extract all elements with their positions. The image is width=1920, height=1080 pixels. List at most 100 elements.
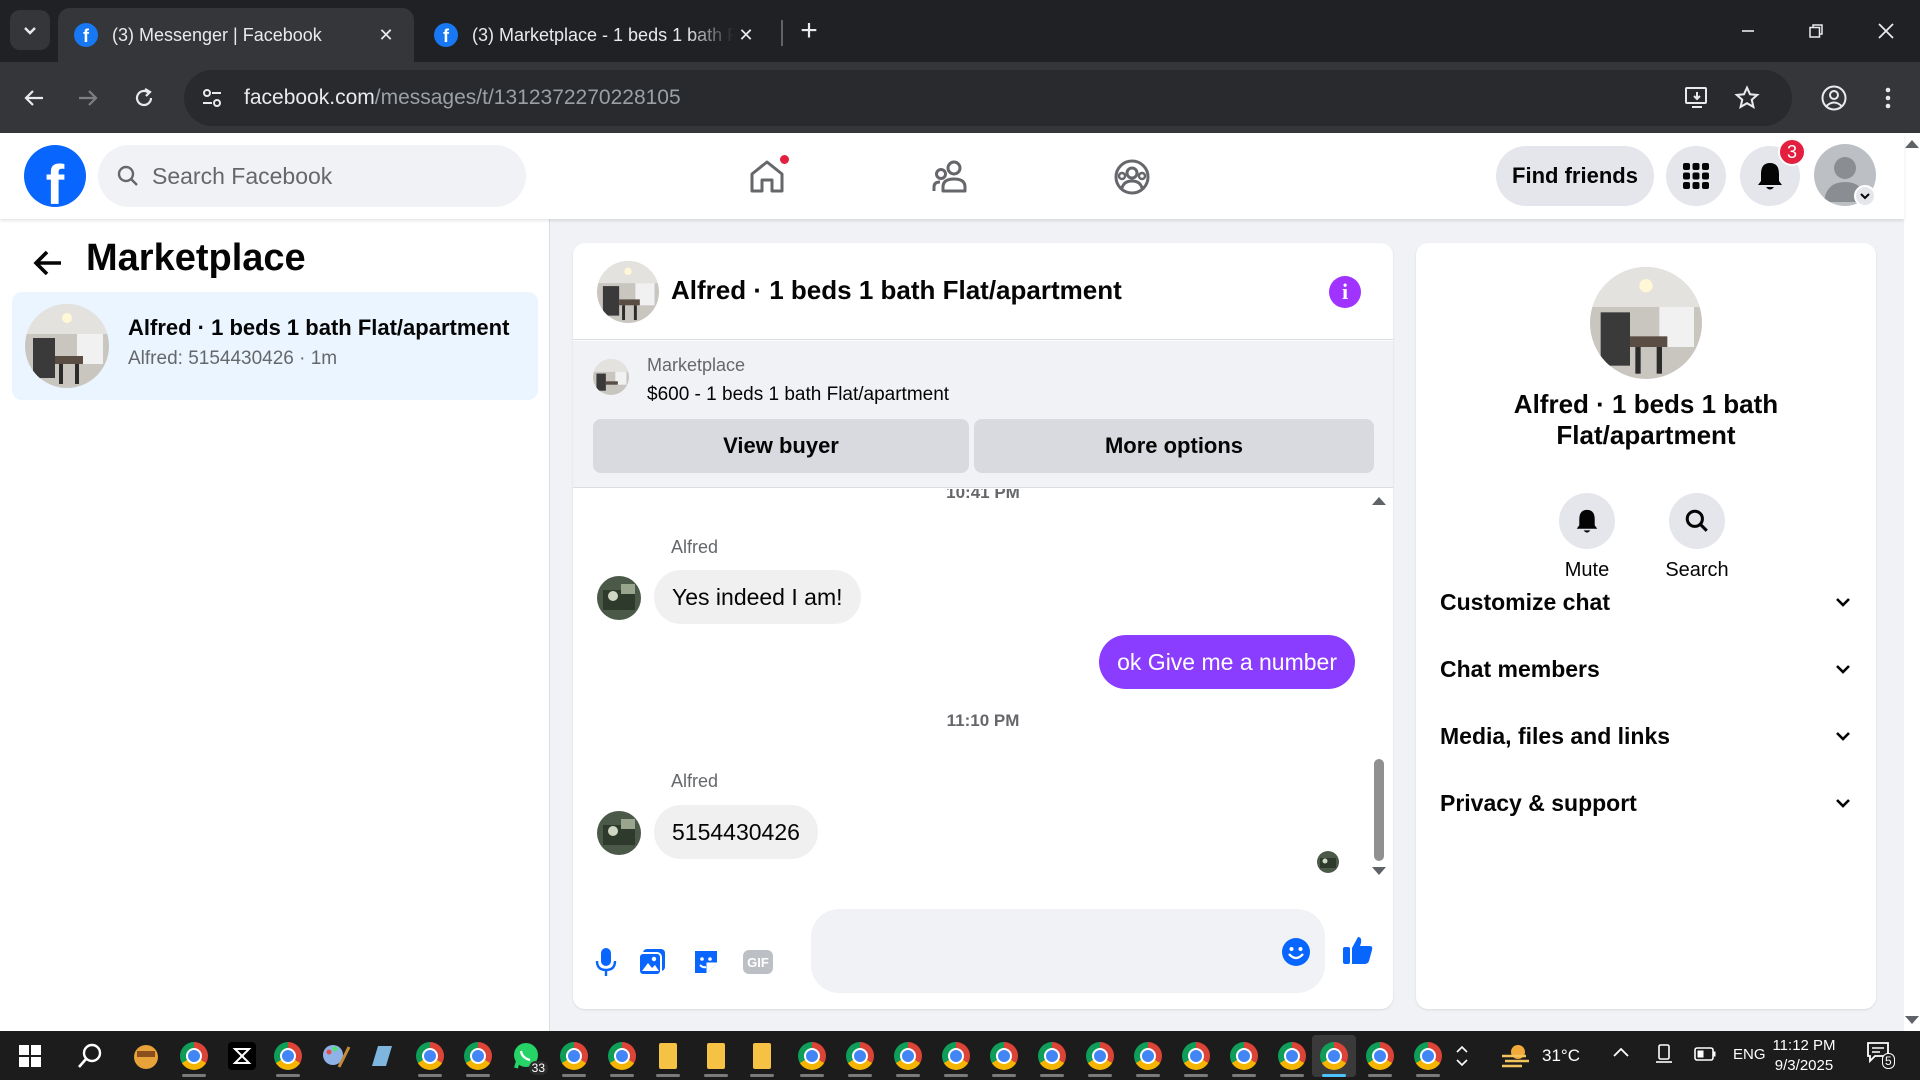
taskbar-app-chrome-3[interactable] [408,1035,452,1077]
taskbar-app-chrome-14[interactable] [1126,1035,1170,1077]
taskbar-app-capcut[interactable] [220,1035,264,1077]
taskbar-app-folder-1[interactable] [646,1035,690,1077]
close-icon[interactable]: ✕ [374,23,398,47]
taskbar-app-chrome-13[interactable] [1078,1035,1122,1077]
section-customize-chat[interactable]: Customize chat [1430,571,1862,633]
nav-groups[interactable] [1102,147,1162,207]
message-scrollbar-thumb[interactable] [1374,759,1384,861]
section-chat-members[interactable]: Chat members [1430,638,1862,700]
emoji-button[interactable] [1279,935,1313,969]
find-friends-button[interactable]: Find friends [1496,146,1654,206]
install-app-icon[interactable] [1684,85,1710,111]
taskbar-app-chrome-10[interactable] [934,1035,978,1077]
tray-battery-icon[interactable] [1694,1047,1716,1066]
info-button[interactable]: i [1329,276,1361,308]
scroll-up-arrow[interactable] [1372,497,1386,505]
message-input[interactable] [811,909,1325,993]
facebook-logo[interactable]: f [24,145,86,207]
window-close-button[interactable] [1862,8,1910,54]
taskbar-app-chrome-1[interactable] [172,1035,216,1077]
reload-button[interactable] [122,76,166,120]
sticker-button[interactable] [689,945,723,979]
details-avatar[interactable] [1590,267,1702,379]
search-action[interactable]: Search [1652,493,1742,582]
clock[interactable]: 11:12 PM 9/3/2025 [1764,1036,1844,1076]
taskbar-app-chrome-8[interactable] [838,1035,882,1077]
taskbar-app-chrome-15[interactable] [1174,1035,1218,1077]
back-button[interactable] [28,243,68,283]
message-bubble-incoming[interactable]: 5154430426 [654,805,818,859]
start-button[interactable] [8,1035,52,1077]
message-bubble-incoming[interactable]: Yes indeed I am! [654,570,861,624]
gif-button[interactable]: GIF [741,945,775,979]
address-bar[interactable]: facebook.com/messages/t/1312372270228105 [184,70,1792,126]
profile-button[interactable] [1812,76,1856,120]
taskbar-app-chrome-2[interactable] [266,1035,310,1077]
taskbar-app-chrome-active[interactable] [1312,1035,1356,1077]
taskbar-app-game[interactable] [124,1035,168,1077]
notifications-button[interactable]: 3 [1740,138,1806,206]
send-like-button[interactable] [1341,933,1375,967]
taskbar-overflow-scroller[interactable] [1452,1035,1472,1077]
taskbar-app-folder-2[interactable] [694,1035,738,1077]
attach-photo-button[interactable] [635,945,669,979]
taskbar-app-chrome-5[interactable] [552,1035,596,1077]
scroll-down-arrow[interactable] [1372,867,1386,875]
browser-menu-button[interactable] [1866,76,1910,120]
tab-marketplace[interactable]: f (3) Marketplace - 1 beds 1 bath Flat/a… [418,8,774,62]
page-scroll-down-arrow[interactable] [1905,1016,1919,1024]
taskbar-app-paint[interactable] [314,1035,358,1077]
listing-title[interactable]: $600 - 1 beds 1 bath Flat/apartment [647,384,949,406]
close-icon[interactable]: ✕ [734,23,758,47]
chat-title[interactable]: Alfred · 1 beds 1 bath Flat/apartment [671,275,1122,306]
view-buyer-button[interactable]: View buyer [593,419,969,473]
menu-button[interactable] [1666,146,1726,206]
tray-overflow-button[interactable] [1612,1045,1630,1063]
taskbar-app-folder-3[interactable] [740,1035,784,1077]
tray-device-icon[interactable] [1655,1044,1673,1069]
taskbar-app-chrome-6[interactable] [600,1035,644,1077]
taskbar-app-chrome-11[interactable] [982,1035,1026,1077]
weather-widget[interactable]: 31°C [1500,1037,1580,1075]
taskbar-app-chrome-9[interactable] [886,1035,930,1077]
search-box[interactable] [98,145,526,207]
section-media-files-links[interactable]: Media, files and links [1430,705,1862,767]
mute-action[interactable]: Mute [1542,493,1632,582]
conversation-item[interactable]: Alfred · 1 beds 1 bath Flat/apartment Al… [12,292,538,400]
account-menu-chevron[interactable] [1854,185,1876,207]
site-info-icon[interactable] [200,86,224,110]
notification-center-button[interactable]: 5 [1866,1041,1900,1071]
taskbar-app-chrome-7[interactable] [790,1035,834,1077]
taskbar-app-files[interactable] [360,1035,404,1077]
search-input[interactable] [152,162,492,190]
taskbar-app-whatsapp[interactable]: 33 [504,1035,548,1077]
taskbar-search-button[interactable] [68,1035,112,1077]
taskbar-app-chrome-4[interactable] [456,1035,500,1077]
minimize-button[interactable] [1724,8,1772,54]
chat-avatar[interactable] [597,261,659,323]
star-bookmark-icon[interactable] [1734,85,1760,111]
sender-avatar[interactable] [597,811,641,855]
language-indicator[interactable]: ENG [1733,1046,1766,1063]
search-in-chat-button[interactable] [1669,493,1725,549]
forward-button[interactable] [66,76,110,120]
taskbar-app-chrome-12[interactable] [1030,1035,1074,1077]
nav-friends[interactable] [920,147,980,207]
taskbar-app-chrome-17[interactable] [1270,1035,1314,1077]
taskbar-app-chrome-16[interactable] [1222,1035,1266,1077]
restore-button[interactable] [1792,8,1840,54]
back-button[interactable] [12,76,56,120]
tab-messenger[interactable]: f (3) Messenger | Facebook ✕ [58,8,414,62]
page-scroll-up-arrow[interactable] [1905,140,1919,148]
voice-clip-button[interactable] [589,945,623,979]
nav-home[interactable] [737,147,797,207]
message-bubble-outgoing[interactable]: ok Give me a number [1099,635,1355,689]
taskbar-app-chrome-18[interactable] [1358,1035,1402,1077]
section-privacy-support[interactable]: Privacy & support [1430,772,1862,834]
taskbar-app-chrome-19[interactable] [1406,1035,1450,1077]
new-tab-button[interactable]: + [792,14,826,48]
tab-search-button[interactable] [10,10,50,50]
mute-button[interactable] [1559,493,1615,549]
sender-avatar[interactable] [597,576,641,620]
more-options-button[interactable]: More options [974,419,1374,473]
